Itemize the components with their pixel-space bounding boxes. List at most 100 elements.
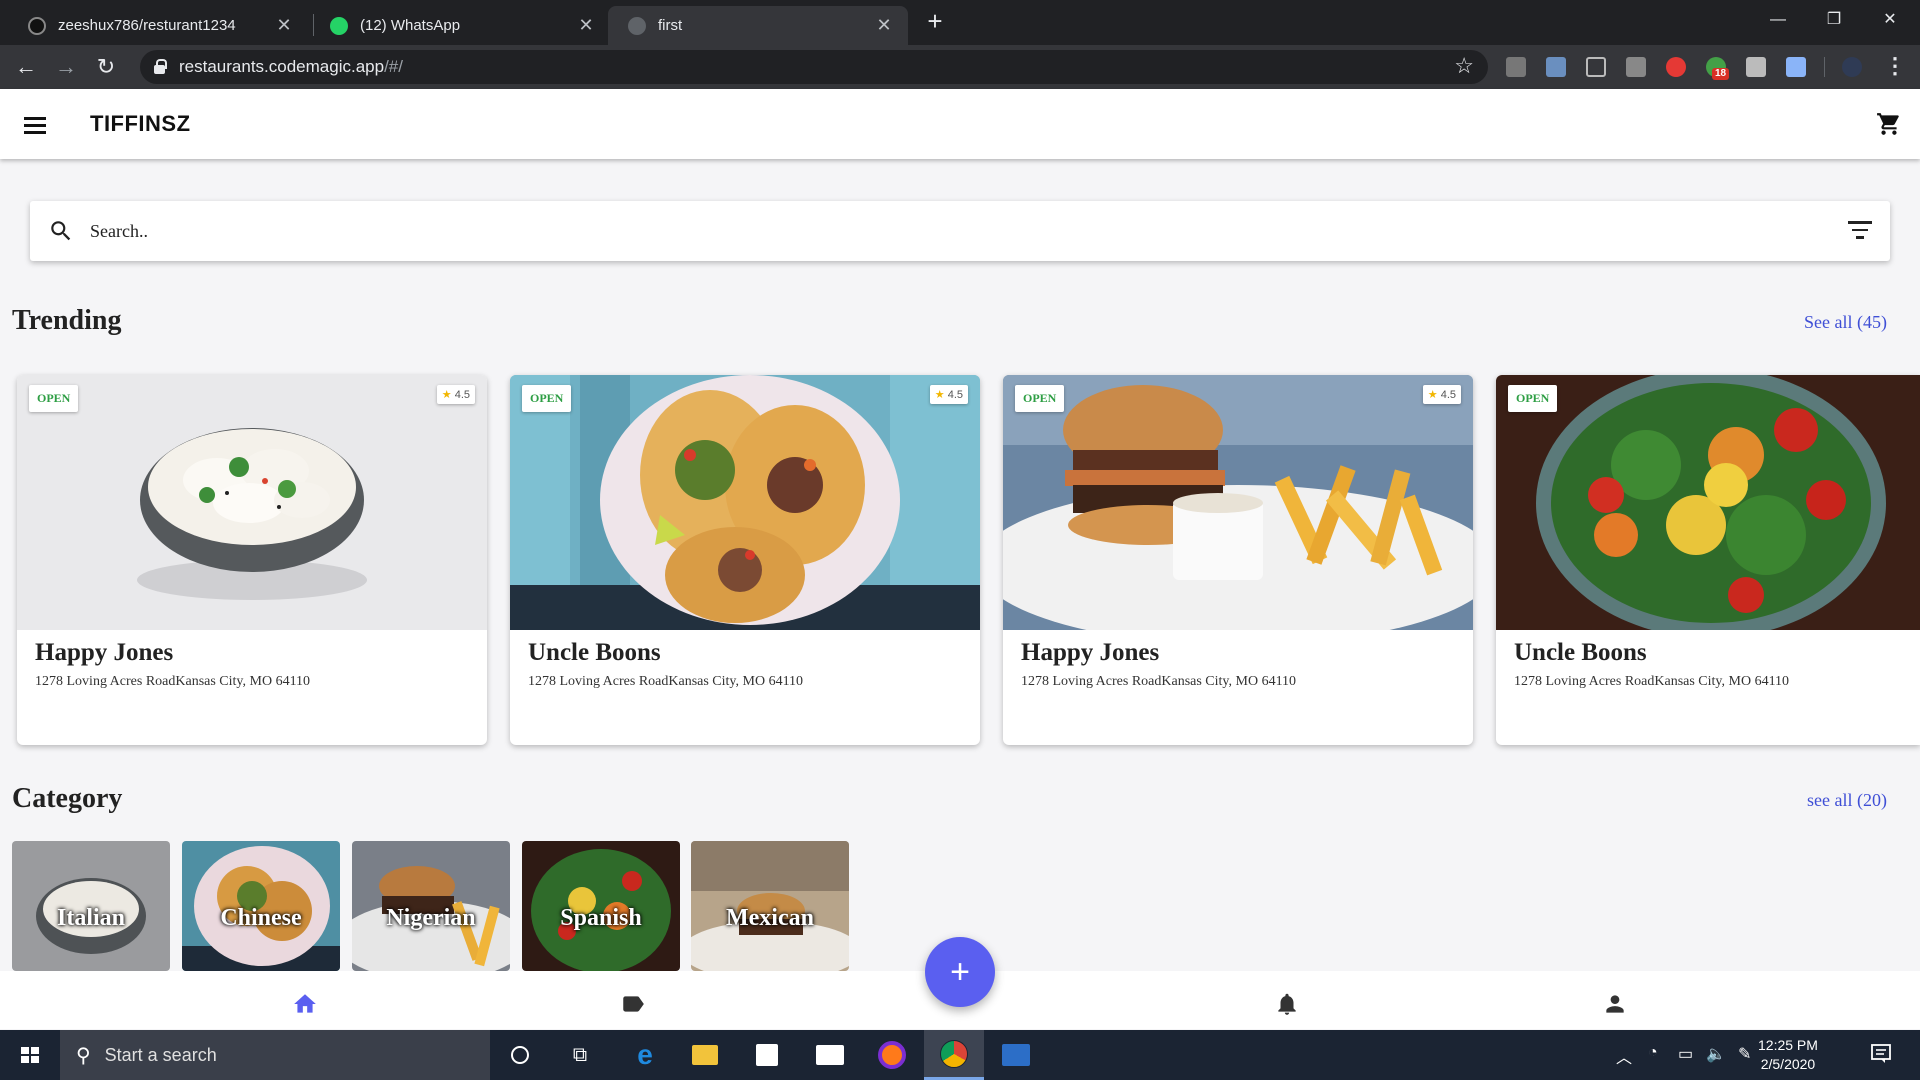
tab-title: (12) WhatsApp (360, 17, 461, 34)
taskbar-clock[interactable]: 12:25 PM 2/5/2020 (1758, 1036, 1818, 1074)
restaurant-card[interactable]: OPEN ★ 4.5 Uncle Boons 1278 Loving Acres… (510, 375, 980, 745)
rating-badge: ★ 4.5 (929, 385, 968, 404)
restaurant-address: 1278 Loving Acres RoadKansas City, MO 64… (1021, 674, 1297, 689)
extension-icon[interactable] (1586, 57, 1606, 77)
restaurant-address: 1278 Loving Acres RoadKansas City, MO 64… (528, 674, 804, 689)
category-tile[interactable]: Chinese (182, 841, 340, 971)
close-icon[interactable]: ✕ (576, 15, 596, 36)
tag-icon[interactable] (620, 991, 646, 1017)
restaurant-image (1496, 375, 1920, 630)
url-host: restaurants.codemagic.app (179, 57, 385, 76)
tab-github[interactable]: zeeshux786/resturant1234 ✕ (8, 6, 308, 45)
taskbar-search-text: Start a search (104, 1044, 217, 1065)
category-tile[interactable]: Mexican (691, 841, 849, 971)
whatsapp-icon (330, 16, 348, 35)
cortana-icon[interactable] (490, 1030, 550, 1080)
category-label: Italian (56, 904, 125, 931)
trending-see-all-link[interactable]: See all (45) (1804, 312, 1887, 333)
restaurant-card[interactable]: OPEN Uncle Boons 1278 Loving Acres RoadK… (1496, 375, 1920, 745)
trending-heading: Trending (12, 305, 122, 336)
browser-tab-strip: zeeshux786/resturant1234 ✕ (12) WhatsApp… (0, 0, 1920, 45)
home-icon[interactable] (292, 991, 318, 1017)
edge-icon[interactable]: e (615, 1030, 675, 1080)
star-icon: ★ (441, 389, 452, 401)
battery-icon[interactable]: ▭ (1678, 1044, 1693, 1064)
app-title: TIFFINSZ (90, 111, 191, 136)
open-status-badge: OPEN (522, 385, 572, 412)
globe-icon (628, 16, 646, 35)
tray-overflow-icon[interactable]: ︿ (1616, 1044, 1632, 1068)
restaurant-card[interactable]: OPEN ★ 4.5 Happy Jones 1278 Loving Acres… (1003, 375, 1473, 745)
url-path: /#/ (384, 57, 403, 76)
tab-first[interactable]: first ✕ (608, 6, 908, 45)
open-status-badge: OPEN (1015, 385, 1065, 412)
profile-avatar[interactable] (1842, 57, 1862, 77)
extension-icon[interactable] (1506, 57, 1526, 77)
star-icon: ★ (1427, 389, 1438, 401)
open-status-badge: OPEN (29, 385, 79, 412)
pen-icon[interactable]: ✎ (1738, 1044, 1751, 1064)
rating-value: 4.5 (1440, 389, 1456, 401)
category-tile[interactable]: Spanish (522, 841, 680, 971)
clock-time: 12:25 PM (1758, 1037, 1818, 1053)
powershell-icon[interactable] (986, 1030, 1046, 1080)
browser-menu-icon[interactable]: ⋮ (1884, 53, 1906, 79)
star-icon: ★ (934, 389, 945, 401)
bell-icon[interactable] (1274, 991, 1300, 1017)
category-label: Chinese (220, 904, 302, 931)
windows-taskbar: ⚲ Start a search ⧉ e ︿ ◔ ▭ 🔈 ✎ 12:25 PM … (0, 1030, 1920, 1080)
category-tile[interactable]: Nigerian (352, 841, 510, 971)
firefox-icon[interactable] (862, 1030, 922, 1080)
cart-icon[interactable] (1876, 111, 1902, 137)
chrome-icon[interactable] (924, 1030, 984, 1080)
back-icon[interactable]: ← (8, 49, 44, 85)
reload-icon[interactable]: ↻ (88, 49, 124, 85)
person-icon[interactable] (1602, 991, 1628, 1017)
camera-icon[interactable] (1786, 57, 1806, 77)
network-icon[interactable]: ◔ (1648, 1044, 1658, 1062)
restaurant-address: 1278 Loving Acres RoadKansas City, MO 64… (35, 674, 311, 689)
github-icon (28, 16, 46, 35)
search-bar (30, 201, 1890, 261)
close-icon[interactable]: ✕ (874, 15, 894, 36)
volume-icon[interactable]: 🔈 (1706, 1044, 1726, 1064)
search-input[interactable] (90, 201, 1790, 261)
address-bar[interactable]: restaurants.codemagic.app /#/ ☆ (140, 50, 1488, 84)
window-close-icon[interactable]: ✕ (1862, 0, 1918, 40)
category-label: Spanish (560, 904, 642, 931)
tab-whatsapp[interactable]: (12) WhatsApp ✕ (310, 6, 610, 45)
minimize-icon[interactable]: — (1750, 0, 1806, 40)
category-label: Nigerian (386, 904, 476, 931)
category-heading: Category (12, 783, 123, 814)
taskbar-search[interactable]: ⚲ Start a search (60, 1030, 490, 1080)
task-view-icon[interactable]: ⧉ (550, 1030, 610, 1080)
new-tab-button[interactable]: + (920, 6, 950, 36)
restaurant-name: Happy Jones (35, 639, 174, 666)
category-see-all-link[interactable]: see all (20) (1807, 790, 1887, 811)
extension-icon[interactable] (1666, 57, 1686, 77)
category-tile[interactable]: Italian (12, 841, 170, 971)
notification-center-icon[interactable] (1868, 1042, 1894, 1066)
extension-icon[interactable] (1626, 57, 1646, 77)
forward-icon[interactable]: → (48, 49, 84, 85)
mail-icon[interactable] (800, 1030, 860, 1080)
close-icon[interactable]: ✕ (274, 15, 294, 36)
extension-icon[interactable] (1546, 57, 1566, 77)
rating-value: 4.5 (947, 389, 963, 401)
restore-icon[interactable]: ❐ (1806, 0, 1862, 40)
filter-icon[interactable] (1848, 221, 1872, 241)
store-icon[interactable] (737, 1030, 797, 1080)
add-fab-button[interactable]: + (925, 937, 995, 1007)
windows-start-icon[interactable] (0, 1030, 60, 1080)
menu-icon[interactable] (24, 117, 46, 134)
search-icon[interactable] (48, 218, 74, 244)
lock-icon (154, 59, 167, 74)
restaurant-card[interactable]: OPEN ★ 4.5 Happy Jones 1278 Loving Acres… (17, 375, 487, 745)
restaurant-image (510, 375, 980, 630)
rating-badge: ★ 4.5 (436, 385, 475, 404)
category-label: Mexican (726, 904, 814, 931)
bookmark-star-icon[interactable]: ☆ (1454, 53, 1474, 79)
camera-icon[interactable] (1746, 57, 1766, 77)
restaurant-address: 1278 Loving Acres RoadKansas City, MO 64… (1514, 674, 1790, 689)
file-explorer-icon[interactable] (675, 1030, 735, 1080)
